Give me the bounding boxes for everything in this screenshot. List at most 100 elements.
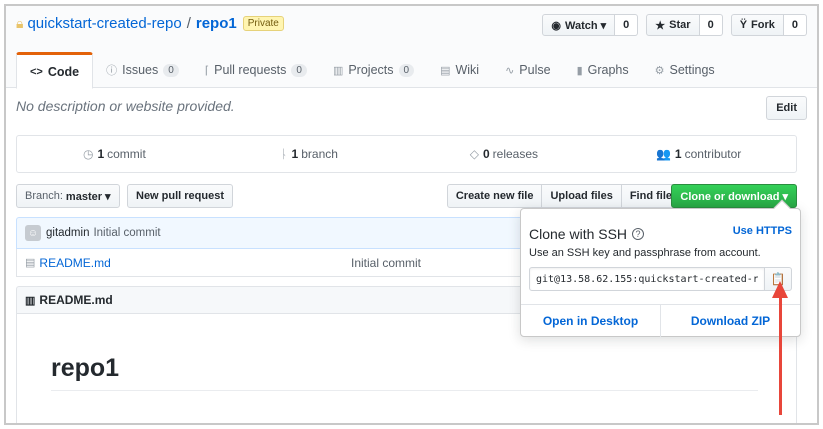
edit-description-button[interactable]: Edit bbox=[766, 96, 807, 120]
tab-label: Projects bbox=[348, 63, 394, 77]
summary-label: releases bbox=[492, 147, 539, 161]
star-icon: ★ bbox=[655, 19, 666, 32]
star-label: Star bbox=[669, 19, 691, 31]
create-new-file-button[interactable]: Create new file bbox=[446, 184, 543, 208]
project-icon: ▥ bbox=[332, 64, 344, 77]
readme-filename: README.md bbox=[39, 293, 113, 307]
summary-number: 1 bbox=[674, 147, 682, 161]
file-name: README.md bbox=[39, 255, 111, 270]
tab-issues[interactable]: ⓘ Issues 0 bbox=[93, 52, 192, 88]
summary-label: branch bbox=[301, 147, 338, 161]
repo-nav-tabs: <> Code ⓘ Issues 0 ⌈ Pull requests 0 ▥ Project… bbox=[16, 52, 728, 89]
gear-icon: ⚙ bbox=[654, 64, 665, 77]
file-link[interactable]: ▤ README.md bbox=[25, 256, 111, 270]
fork-count[interactable]: 0 bbox=[783, 14, 807, 36]
annotation-arrow-line bbox=[779, 296, 782, 415]
branch-name: master ▾ bbox=[65, 190, 111, 203]
summary-releases[interactable]: ◇ 0 releases bbox=[407, 136, 602, 172]
tab-graphs[interactable]: ▮ Graphs bbox=[564, 52, 642, 88]
tab-settings[interactable]: ⚙ Settings bbox=[642, 52, 728, 88]
tab-label: Code bbox=[47, 64, 80, 79]
clone-title-text: Clone with SSH bbox=[529, 226, 628, 242]
upload-files-button[interactable]: Upload files bbox=[541, 184, 622, 208]
history-icon: ◷ bbox=[82, 147, 94, 161]
issue-icon: ⓘ bbox=[106, 65, 118, 77]
summary-contributors[interactable]: 👥 1 contributor bbox=[601, 136, 796, 172]
watch-label: Watch ▾ bbox=[564, 19, 607, 32]
clone-url-input[interactable] bbox=[529, 267, 765, 291]
book-icon: ▤ bbox=[440, 64, 451, 77]
branch-icon: ᚿ bbox=[280, 147, 288, 161]
fork-icon: Ÿ bbox=[739, 19, 748, 31]
private-badge: Private bbox=[242, 16, 284, 31]
clone-title: Clone with SSH? bbox=[529, 226, 645, 242]
summary-number: 1 bbox=[291, 147, 299, 161]
pull-request-icon: ⌈ bbox=[204, 64, 210, 77]
summary-commits[interactable]: ◷ 1 commit bbox=[17, 136, 212, 172]
repo-title: 🔒︎ quickstart-created-repo / repo1 Priva… bbox=[16, 15, 284, 32]
branch-select-button[interactable]: Branch: master ▾ bbox=[16, 184, 120, 208]
star-count[interactable]: 0 bbox=[699, 14, 723, 36]
tab-label: Pull requests bbox=[214, 63, 287, 77]
avatar[interactable]: ☺ bbox=[25, 225, 41, 241]
numbers-summary: ◷ 1 commit ᚿ 1 branch ◇ 0 releases 👥 1 contribut… bbox=[16, 135, 797, 173]
clone-help-text: Use an SSH key and passphrase from accou… bbox=[529, 247, 761, 259]
summary-branches[interactable]: ᚿ 1 branch bbox=[212, 136, 407, 172]
clone-dropdown-footer: Open in Desktop Download ZIP bbox=[521, 304, 800, 337]
star-button[interactable]: ★ Star bbox=[646, 14, 700, 36]
repo-header: 🔒︎ quickstart-created-repo / repo1 Priva… bbox=[6, 6, 817, 89]
open-in-desktop-button[interactable]: Open in Desktop bbox=[521, 305, 661, 337]
summary-label: commit bbox=[107, 147, 146, 161]
fork-label: Fork bbox=[751, 19, 775, 31]
code-icon: <> bbox=[30, 65, 43, 78]
file-actions-group: Create new file Upload files Find file bbox=[446, 184, 681, 208]
tag-icon: ◇ bbox=[469, 147, 479, 161]
repo-actions: ◉ Watch ▾ 0 ★ Star 0 Ÿ Fork 0 bbox=[534, 14, 807, 36]
tab-label: Wiki bbox=[455, 63, 480, 77]
graph-icon: ▮ bbox=[576, 64, 583, 77]
summary-label: contributor bbox=[684, 147, 742, 161]
tab-label: Issues bbox=[122, 63, 159, 77]
tab-counter: 0 bbox=[291, 63, 307, 77]
question-icon[interactable]: ? bbox=[632, 228, 645, 240]
tab-label: Settings bbox=[669, 63, 715, 77]
book-icon: ▥ bbox=[25, 294, 36, 307]
watch-button[interactable]: ◉ Watch ▾ bbox=[542, 14, 616, 36]
repo-title-separator: / bbox=[186, 15, 191, 32]
clone-dropdown: Clone with SSH? Use HTTPS Use an SSH key… bbox=[520, 199, 801, 337]
eye-icon: ◉ bbox=[551, 19, 561, 32]
repo-name-link[interactable]: repo1 bbox=[196, 15, 237, 32]
fork-action: Ÿ Fork 0 bbox=[730, 14, 807, 36]
watch-action: ◉ Watch ▾ 0 bbox=[542, 14, 639, 36]
readme-heading: repo1 bbox=[51, 354, 120, 382]
tab-code[interactable]: <> Code bbox=[16, 52, 94, 89]
watch-count[interactable]: 0 bbox=[615, 14, 639, 36]
commit-author[interactable]: gitadmin bbox=[46, 227, 89, 239]
file-commit-message[interactable]: Initial commit bbox=[351, 256, 421, 270]
new-pull-request-button[interactable]: New pull request bbox=[127, 184, 234, 208]
readme-divider bbox=[51, 390, 758, 391]
summary-number: 1 bbox=[97, 147, 105, 161]
tab-wiki[interactable]: ▤ Wiki bbox=[427, 52, 492, 88]
people-icon: 👥 bbox=[655, 147, 671, 161]
summary-number: 0 bbox=[482, 147, 490, 161]
fork-button[interactable]: Ÿ Fork bbox=[730, 14, 784, 36]
use-https-link[interactable]: Use HTTPS bbox=[733, 225, 792, 237]
pulse-icon: ∿ bbox=[505, 64, 515, 77]
tab-label: Graphs bbox=[587, 63, 629, 77]
repo-owner-link[interactable]: quickstart-created-repo bbox=[27, 15, 181, 32]
repo-description: No description or website provided. bbox=[16, 98, 235, 114]
tab-pull-requests[interactable]: ⌈ Pull requests 0 bbox=[192, 52, 320, 88]
tab-counter: 0 bbox=[163, 63, 179, 77]
tab-label: Pulse bbox=[519, 63, 551, 77]
star-action: ★ Star 0 bbox=[646, 14, 723, 36]
commit-message[interactable]: Initial commit bbox=[93, 227, 160, 239]
file-icon: ▤ bbox=[25, 257, 36, 269]
tab-projects[interactable]: ▥ Projects 0 bbox=[320, 52, 427, 88]
lock-icon: 🔒︎ bbox=[16, 15, 24, 31]
repo-page: 🔒︎ quickstart-created-repo / repo1 Priva… bbox=[6, 6, 817, 423]
branch-prefix: Branch: bbox=[25, 190, 63, 202]
file-navigation: Branch: master ▾ New pull request Create … bbox=[16, 184, 797, 208]
screenshot-frame: 🔒︎ quickstart-created-repo / repo1 Priva… bbox=[4, 4, 819, 425]
tab-pulse[interactable]: ∿ Pulse bbox=[492, 52, 564, 88]
